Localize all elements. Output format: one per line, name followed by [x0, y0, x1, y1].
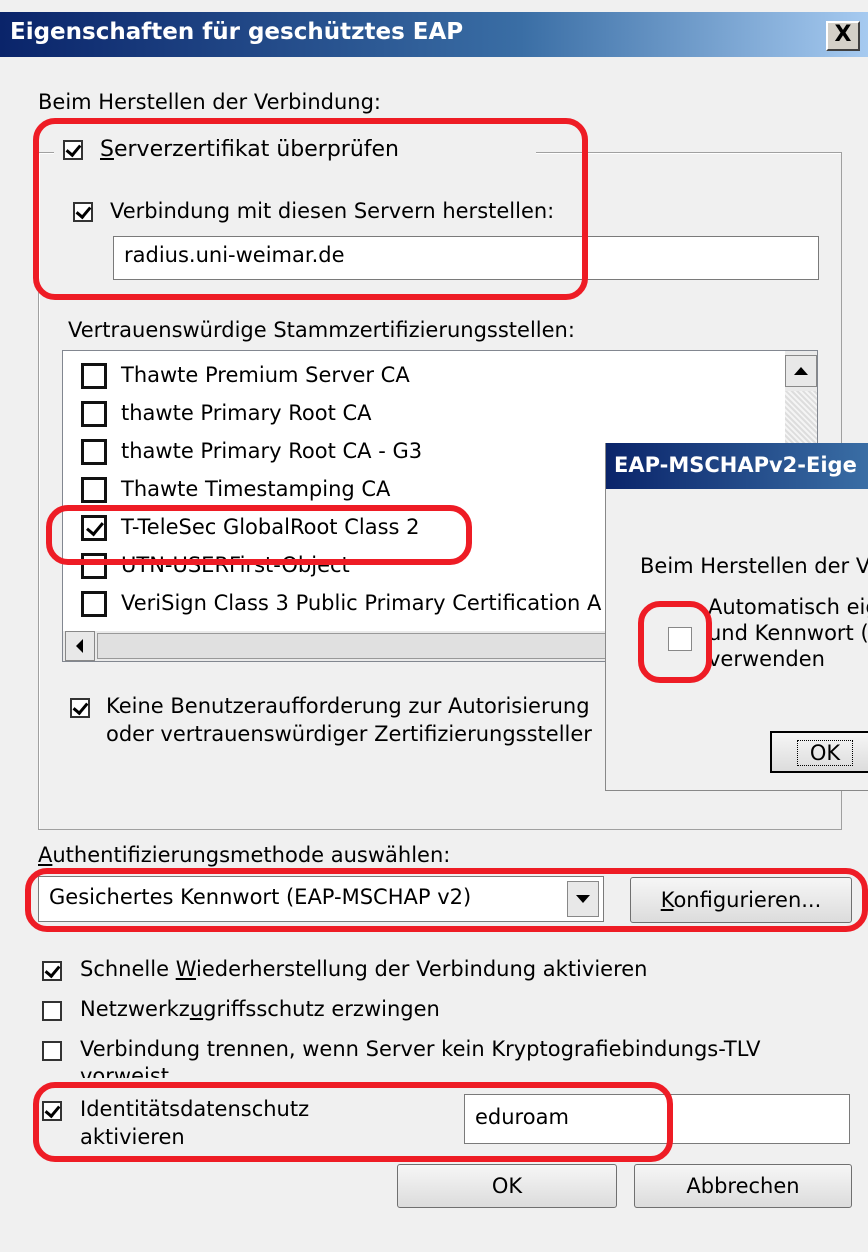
- auto-credentials-label-line2: und Kennwort (: [708, 621, 868, 645]
- ca-item-checkbox[interactable]: [81, 515, 107, 541]
- dialog-titlebar: Eigenschaften für geschütztes EAP: [0, 12, 868, 57]
- scroll-thumb[interactable]: [97, 633, 617, 659]
- ca-list-item[interactable]: Thawte Premium Server CA: [63, 359, 783, 395]
- configure-button-label: Konfigurieren...: [660, 888, 822, 912]
- nap-label: Netzwerkzugriffsschutz erzwingen: [80, 997, 440, 1021]
- auth-method-select[interactable]: Gesichertes Kennwort (EAP-MSCHAP v2): [38, 876, 604, 922]
- server-name-value: radius.uni-weimar.de: [124, 243, 345, 267]
- close-button[interactable]: X: [826, 21, 860, 51]
- verify-cert-checkbox[interactable]: [63, 140, 83, 160]
- auto-credentials-label-line1: Automatisch eig: [708, 595, 868, 619]
- ca-item-label: thawte Primary Root CA: [121, 401, 372, 425]
- ok-button[interactable]: OK: [397, 1164, 617, 1208]
- ca-item-checkbox[interactable]: [81, 553, 107, 579]
- auto-credentials-checkbox[interactable]: [668, 627, 692, 651]
- ca-item-checkbox[interactable]: [81, 363, 107, 389]
- no-prompt-label-line1: Keine Benutzeraufforderung zur Autorisie…: [106, 694, 590, 718]
- ca-list-item[interactable]: thawte Primary Root CA: [63, 397, 783, 433]
- fast-reconnect-checkbox[interactable]: [42, 961, 62, 981]
- ca-item-label: T-TeleSec GlobalRoot Class 2: [121, 515, 420, 539]
- auth-method-value: Gesichertes Kennwort (EAP-MSCHAP v2): [49, 885, 472, 909]
- ca-item-label: Thawte Premium Server CA: [121, 363, 410, 387]
- scroll-left-button[interactable]: [65, 631, 95, 661]
- popup-heading: Beim Herstellen der V: [640, 554, 868, 578]
- ca-item-checkbox[interactable]: [81, 591, 107, 617]
- disconnect-checkbox[interactable]: [42, 1041, 62, 1061]
- configure-button[interactable]: Konfigurieren...: [630, 877, 852, 923]
- identity-privacy-checkbox[interactable]: [42, 1101, 62, 1121]
- connect-servers-label: Verbindung mit diesen Servern herstellen…: [110, 199, 555, 223]
- trusted-ca-label: Vertrauenswürdige Stammzertifizierungsst…: [68, 318, 575, 342]
- no-prompt-checkbox[interactable]: [70, 698, 90, 718]
- connect-heading: Beim Herstellen der Verbindung:: [38, 90, 381, 114]
- nap-checkbox[interactable]: [42, 1001, 62, 1021]
- server-name-input[interactable]: radius.uni-weimar.de: [113, 236, 819, 280]
- chevron-down-icon: [576, 895, 590, 903]
- ca-item-checkbox[interactable]: [81, 477, 107, 503]
- popup-ok-label: OK: [796, 740, 854, 766]
- ca-item-label: thawte Primary Root CA - G3: [121, 439, 423, 463]
- dropdown-button[interactable]: [567, 881, 599, 917]
- arrow-left-icon: [76, 639, 83, 653]
- dialog-title: Eigenschaften für geschütztes EAP: [10, 19, 464, 45]
- verify-cert-label: Serverzertifikat überprüfen: [100, 137, 399, 162]
- connect-servers-checkbox[interactable]: [73, 202, 93, 222]
- identity-value: eduroam: [475, 1105, 569, 1129]
- ca-item-label: Thawte Timestamping CA: [121, 477, 391, 501]
- disconnect-label-line2: vorweist: [80, 1064, 170, 1078]
- identity-input[interactable]: eduroam: [464, 1094, 850, 1144]
- ca-item-label: VeriSign Class 3 Public Primary Certific…: [121, 591, 602, 615]
- popup-titlebar: EAP-MSCHAPv2-Eige: [606, 443, 868, 489]
- identity-privacy-label-line1: Identitätsdatenschutz: [80, 1097, 310, 1121]
- auto-credentials-label-line3: verwenden: [708, 647, 825, 671]
- scroll-up-button[interactable]: [785, 355, 817, 387]
- popup-ok-button[interactable]: OK: [770, 731, 868, 773]
- ca-item-checkbox[interactable]: [81, 439, 107, 465]
- fast-reconnect-label: Schnelle Wiederherstellung der Verbindun…: [80, 957, 648, 981]
- mschapv2-properties-dialog: EAP-MSCHAPv2-Eige Beim Herstellen der V …: [605, 443, 868, 791]
- cancel-button[interactable]: Abbrechen: [634, 1164, 852, 1208]
- ca-item-label: UTN-USERFirst-Object: [121, 553, 350, 577]
- arrow-up-icon: [794, 367, 808, 375]
- auth-method-label: Authentifizierungsmethode auswählen:: [38, 843, 451, 867]
- ca-item-checkbox[interactable]: [81, 401, 107, 427]
- disconnect-label-line1: Verbindung trennen, wenn Server kein Kry…: [80, 1037, 761, 1061]
- identity-privacy-label-line2: aktivieren: [80, 1125, 185, 1149]
- no-prompt-label-line2: oder vertrauenswürdiger Zertifizierungss…: [106, 722, 592, 746]
- popup-title: EAP-MSCHAPv2-Eige: [614, 453, 857, 477]
